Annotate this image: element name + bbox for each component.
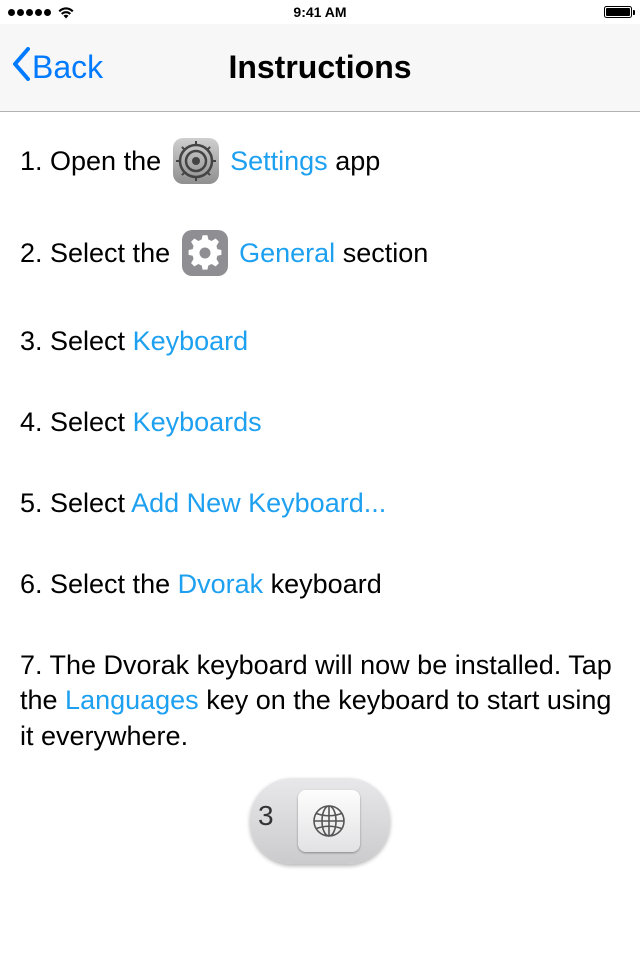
status-time: 9:41 AM (293, 4, 346, 20)
settings-app-icon (173, 138, 219, 184)
keyboards-link: Keyboards (133, 407, 262, 437)
keyboard-link: Keyboard (133, 326, 249, 356)
key-left-char: 3 (258, 800, 274, 832)
step-3: 3. Select Keyboard (20, 324, 620, 359)
step-2: 2. Select the General section (20, 232, 620, 278)
back-label: Back (32, 49, 103, 86)
settings-link: Settings (230, 146, 328, 176)
nav-bar: Back Instructions (0, 24, 640, 112)
content: 1. Open the Settings app 2. Select the G… (0, 112, 640, 864)
signal-icon (8, 9, 51, 16)
dvorak-link: Dvorak (178, 569, 264, 599)
step-5-text-prefix: 5. Select (20, 488, 131, 518)
languages-link: Languages (65, 685, 199, 715)
status-left (8, 6, 75, 19)
general-icon (182, 230, 228, 276)
step-5: 5. Select Add New Keyboard... (20, 486, 620, 521)
step-1-text-prefix: 1. Open the (20, 146, 169, 176)
status-bar: 9:41 AM (0, 0, 640, 24)
step-4-text-prefix: 4. Select (20, 407, 133, 437)
page-title: Instructions (228, 49, 411, 86)
globe-key (298, 790, 360, 852)
step-2-text-prefix: 2. Select the (20, 238, 178, 268)
step-4: 4. Select Keyboards (20, 405, 620, 440)
step-1-text-suffix: app (328, 146, 381, 176)
step-1: 1. Open the Settings app (20, 140, 620, 186)
step-6-text-suffix: keyboard (263, 569, 382, 599)
add-new-keyboard-link: Add New Keyboard... (131, 488, 386, 518)
wifi-icon (57, 6, 75, 19)
globe-icon (311, 803, 347, 839)
battery-icon (604, 6, 632, 18)
step-6-text-prefix: 6. Select the (20, 569, 178, 599)
general-link: General (239, 238, 335, 268)
step-3-text-prefix: 3. Select (20, 326, 133, 356)
step-6: 6. Select the Dvorak keyboard (20, 567, 620, 602)
step-2-text-suffix: section (335, 238, 428, 268)
step-7: 7. The Dvorak keyboard will now be insta… (20, 648, 620, 753)
chevron-left-icon (12, 47, 30, 88)
keyboard-key-illustration: 3 (250, 778, 390, 864)
back-button[interactable]: Back (12, 47, 103, 88)
